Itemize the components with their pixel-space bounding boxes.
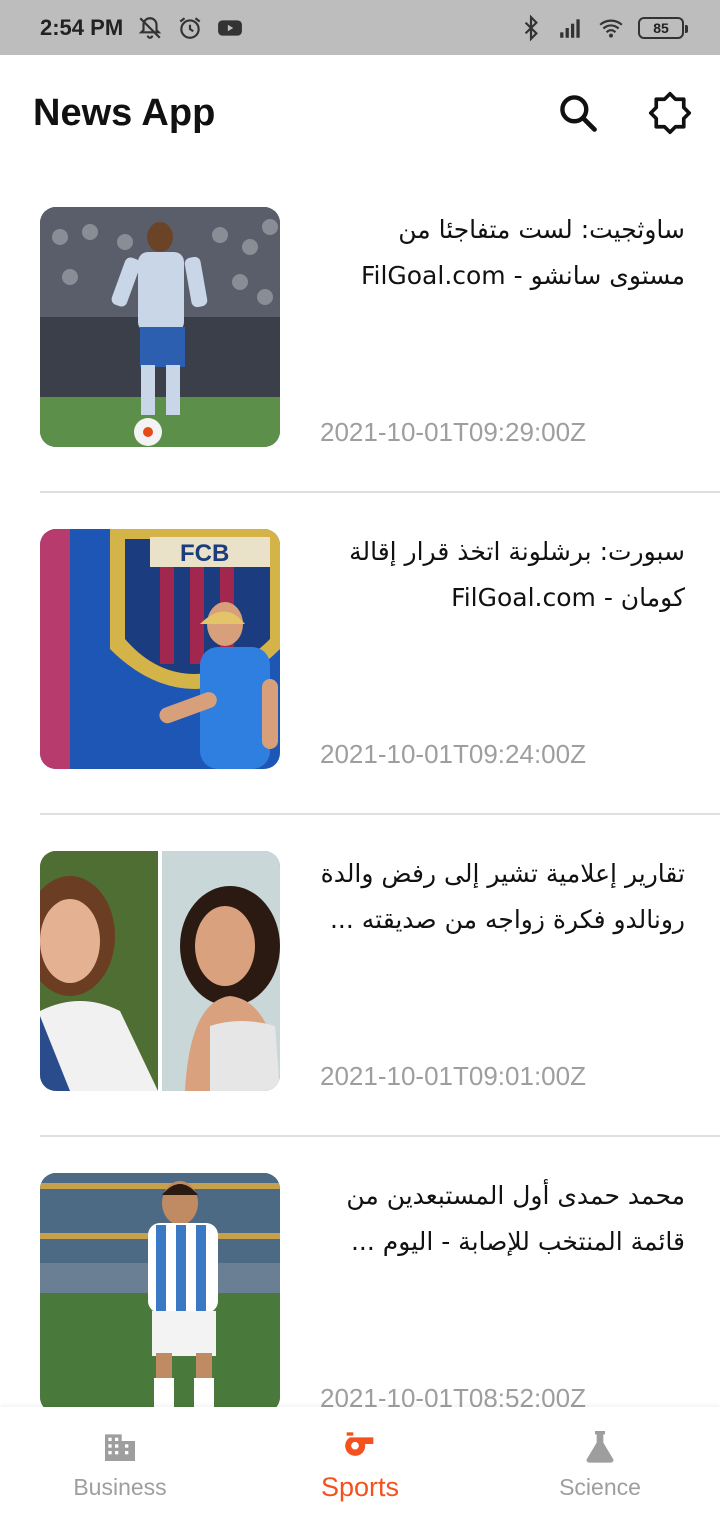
two-women-photo: [40, 851, 280, 1091]
article-thumbnail[interactable]: [40, 1173, 280, 1413]
bell-off-icon: [138, 16, 162, 39]
article-date: 2021-10-01T09:29:00Z: [320, 417, 586, 447]
article-card[interactable]: تقارير إعلامية تشير إلى رفض والدة رونالد…: [40, 815, 720, 1137]
article-title: تقارير إعلامية تشير إلى رفض والدة رونالد…: [320, 859, 685, 934]
building-icon: [105, 1434, 135, 1461]
status-left: 2:54 PM: [40, 15, 243, 41]
alarm-icon: [179, 16, 201, 39]
app-bar: News App: [0, 55, 720, 171]
bottom-navigation: Business Sports Science: [0, 1407, 720, 1520]
wifi-icon: [599, 19, 623, 38]
app-actions: [556, 91, 692, 135]
article-card[interactable]: ساوثجيت: لست متفاجئا من مستوى سانشو - Fi…: [40, 171, 720, 493]
nav-label-business: Business: [73, 1474, 167, 1500]
article-thumbnail[interactable]: [40, 207, 280, 447]
signal-icon: [560, 18, 580, 38]
bluetooth-icon: [524, 14, 538, 41]
article-date: 2021-10-01T09:24:00Z: [320, 739, 586, 769]
nav-label-science: Science: [559, 1474, 641, 1500]
article-thumbnail[interactable]: [40, 851, 280, 1091]
battery-icon: 85: [638, 16, 688, 39]
article-list: ساوثجيت: لست متفاجئا من مستوى سانشو - Fi…: [0, 171, 720, 1459]
youtube-icon: [218, 19, 243, 36]
nav-label-sports: Sports: [320, 1472, 400, 1502]
nav-item-business[interactable]: Business: [0, 1407, 240, 1520]
brightness-icon[interactable]: [648, 91, 692, 135]
striped-player-photo: [40, 1173, 280, 1413]
whistle-icon: [345, 1432, 374, 1456]
coach-fcb-photo: FCB: [40, 529, 280, 769]
status-right: 85: [518, 14, 688, 41]
nav-item-science[interactable]: Science: [480, 1407, 720, 1520]
article-title: محمد حمدى أول المستبعدين من قائمة المنتخ…: [346, 1181, 685, 1256]
article-title: ساوثجيت: لست متفاجئا من مستوى سانشو - Fi…: [360, 215, 685, 290]
svg-text:FCB: FCB: [180, 540, 229, 567]
article-thumbnail[interactable]: FCB: [40, 529, 280, 769]
article-title: سبورت: برشلونة اتخذ قرار إقالة كومان - F…: [349, 537, 685, 612]
article-card[interactable]: FCB سبورت: برشلونة اتخذ قرار إقالة كومان…: [40, 493, 720, 815]
flask-icon: [586, 1431, 614, 1463]
status-bar: 2:54 PM 85: [0, 0, 720, 55]
battery-level: 85: [653, 19, 669, 36]
nav-item-sports[interactable]: Sports: [240, 1407, 480, 1520]
article-date: 2021-10-01T09:01:00Z: [320, 1061, 586, 1091]
app-title: News App: [33, 91, 216, 134]
search-icon[interactable]: [556, 91, 600, 135]
status-time: 2:54 PM: [40, 14, 124, 40]
football-player-photo: [40, 207, 280, 447]
